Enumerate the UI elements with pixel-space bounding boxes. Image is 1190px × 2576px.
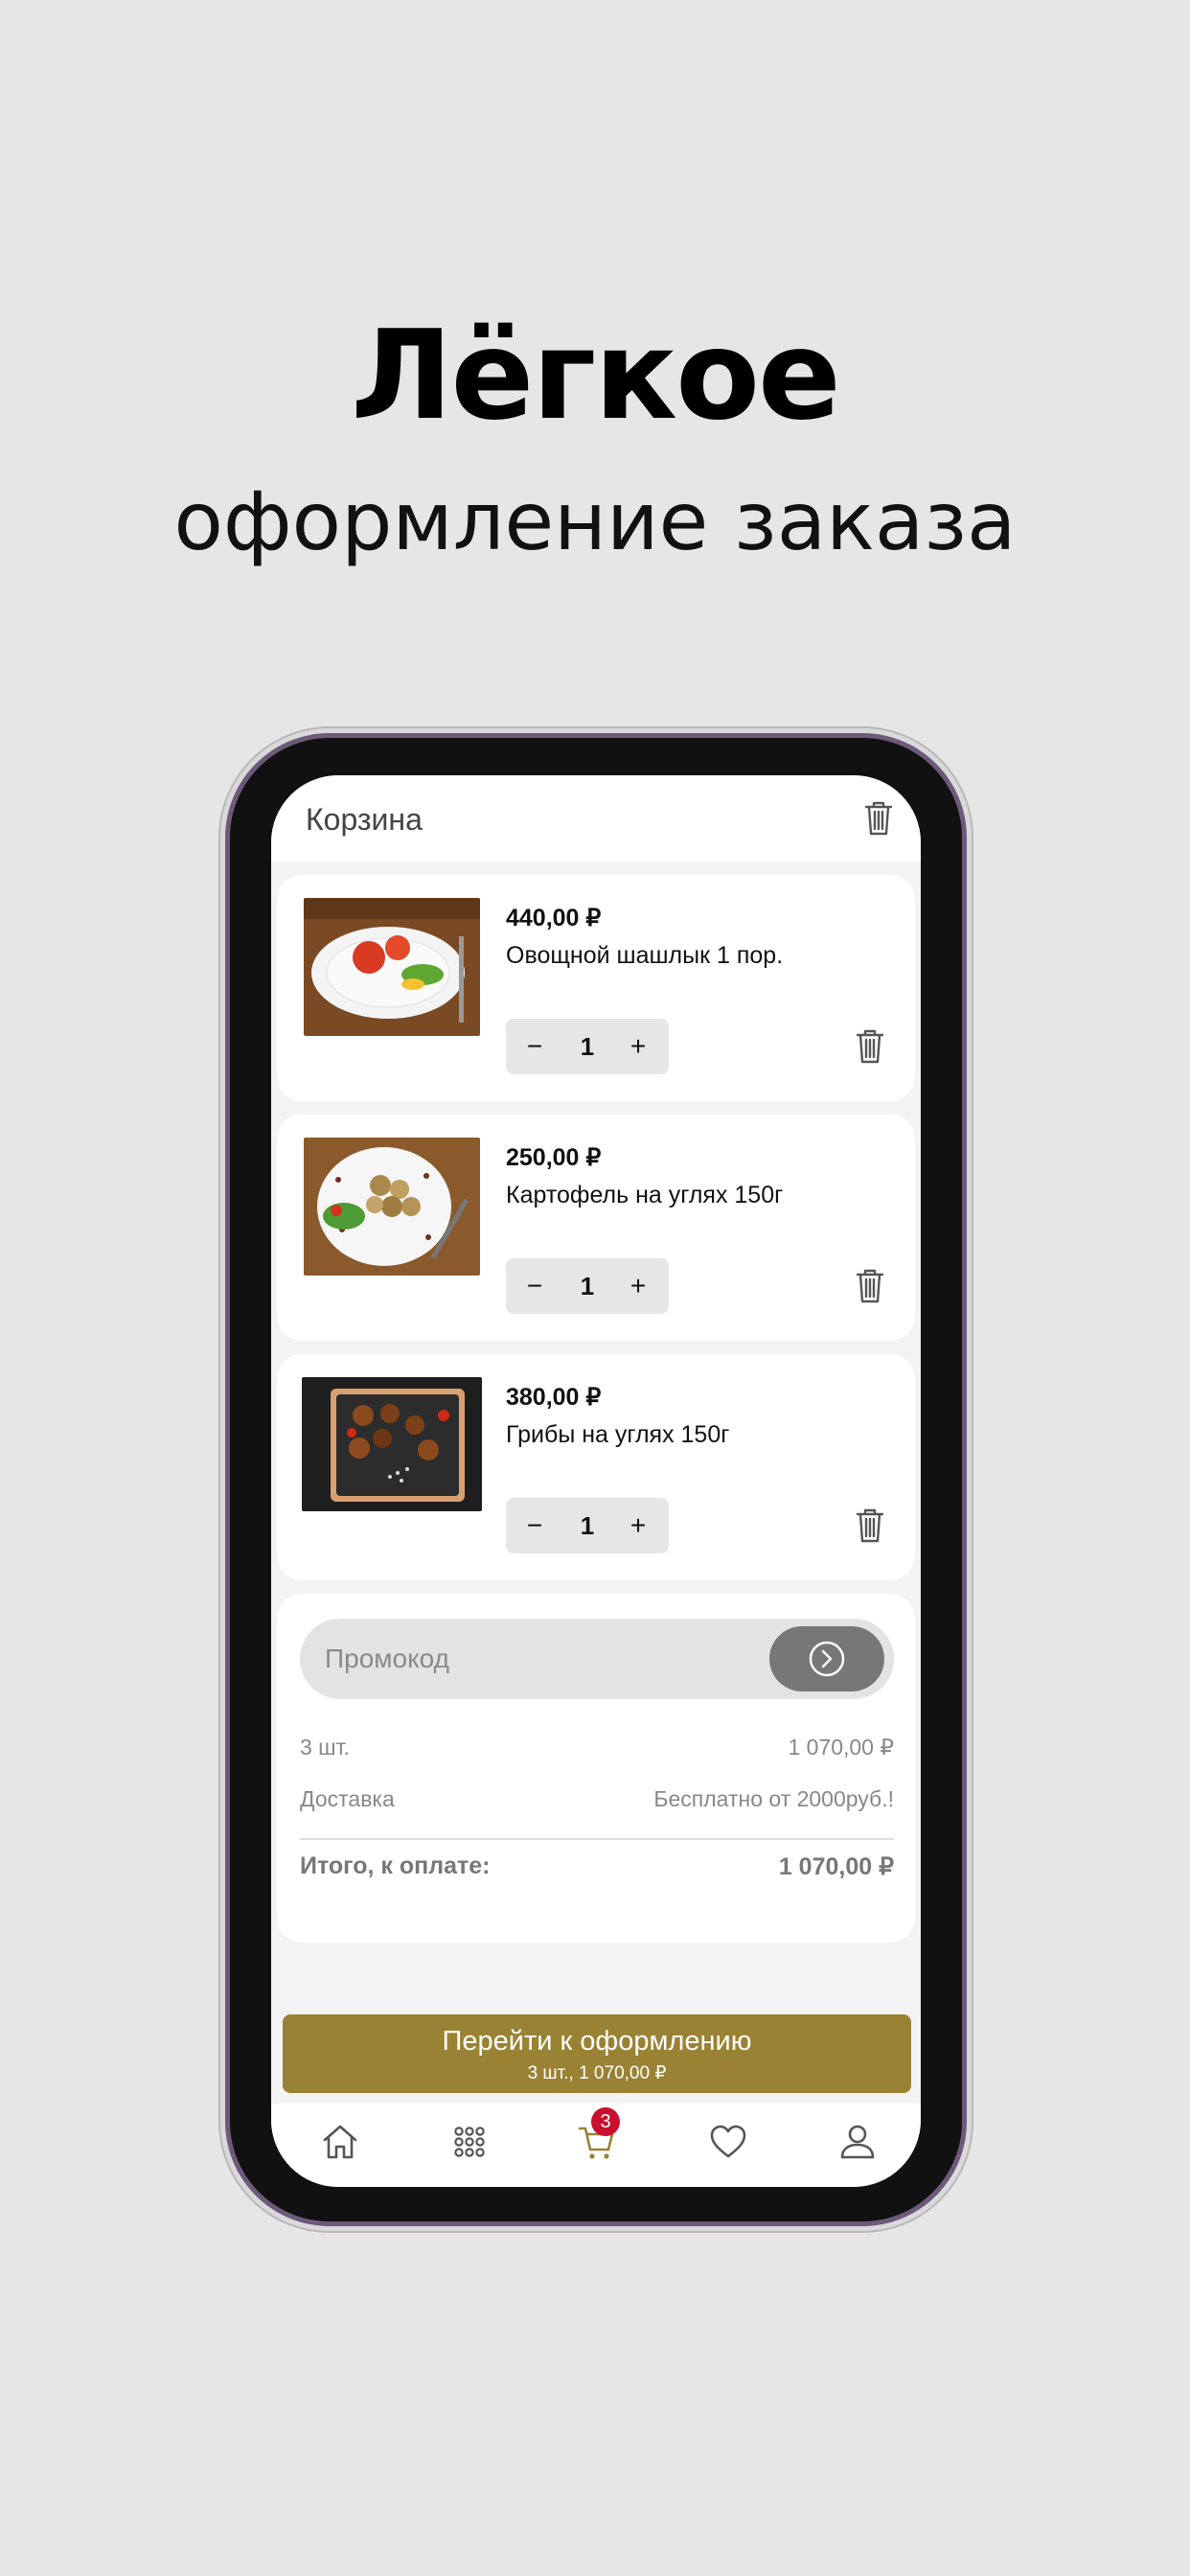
promo-code-field[interactable]: Промокод	[300, 1619, 894, 1699]
remove-item-trash-icon[interactable]	[855, 1268, 885, 1304]
increase-button[interactable]: +	[619, 1258, 657, 1314]
item-price: 380,00 ₽	[506, 1384, 602, 1411]
item-name: Картофель на углях 150г	[506, 1182, 784, 1208]
divider	[300, 1838, 894, 1840]
bottom-tab-bar: 3	[271, 2104, 921, 2187]
quantity-stepper: − 1 +	[506, 1258, 669, 1314]
remove-item-trash-icon[interactable]	[855, 1507, 885, 1544]
item-price: 250,00 ₽	[506, 1144, 602, 1171]
total-row: Итого, к оплате: 1 070,00 ₽	[300, 1852, 894, 1880]
promo-code-placeholder: Промокод	[325, 1644, 449, 1673]
cart-item: 250,00 ₽ Картофель на углях 150г − 1 +	[277, 1115, 915, 1341]
decrease-button[interactable]: −	[515, 1258, 554, 1314]
checkout-label: Перейти к оформлению	[442, 2026, 752, 2057]
remove-item-trash-icon[interactable]	[855, 1028, 885, 1065]
catalog-icon[interactable]	[448, 2121, 491, 2163]
quantity-value: 1	[580, 1272, 595, 1300]
items-count-row: 3 шт. 1 070,00 ₽	[300, 1735, 894, 1760]
cart-header: Корзина	[271, 775, 921, 862]
favorites-icon[interactable]	[707, 2121, 749, 2163]
cart-tab[interactable]: 3	[576, 2107, 620, 2163]
home-icon[interactable]	[319, 2121, 361, 2163]
promo-title: Лёгкое	[351, 305, 841, 448]
items-subtotal: 1 070,00 ₽	[788, 1735, 894, 1760]
checkout-sublabel: 3 шт., 1 070,00 ₽	[527, 2063, 667, 2083]
item-name: Грибы на углях 150г	[506, 1421, 730, 1448]
item-name: Овощной шашлык 1 пор.	[506, 942, 784, 969]
checkout-button[interactable]: Перейти к оформлению 3 шт., 1 070,00 ₽	[283, 2014, 911, 2093]
product-image-vegetable-kebab	[304, 898, 480, 1036]
promo-subtitle: оформление заказа	[173, 474, 1017, 568]
quantity-stepper: − 1 +	[506, 1019, 669, 1074]
item-price: 440,00 ₽	[506, 905, 602, 932]
delivery-value: Бесплатно от 2000руб.!	[653, 1786, 894, 1811]
decrease-button[interactable]: −	[515, 1019, 554, 1074]
quantity-value: 1	[580, 1032, 595, 1061]
cart-item: 440,00 ₽ Овощной шашлык 1 пор. − 1 +	[277, 875, 915, 1101]
product-image-grilled-potatoes	[304, 1138, 480, 1276]
chevron-right-circle-icon	[809, 1641, 845, 1677]
total-label: Итого, к оплате:	[300, 1852, 491, 1879]
apply-promo-button[interactable]	[769, 1626, 884, 1691]
quantity-value: 1	[580, 1511, 595, 1540]
page-title: Корзина	[306, 802, 423, 837]
cart-item: 380,00 ₽ Грибы на углях 150г − 1 +	[277, 1354, 915, 1580]
product-image-grilled-mushrooms	[302, 1377, 482, 1511]
delivery-row: Доставка Бесплатно от 2000руб.!	[300, 1786, 894, 1812]
decrease-button[interactable]: −	[515, 1498, 554, 1553]
delivery-label: Доставка	[300, 1786, 395, 1811]
items-count-label: 3 шт.	[300, 1735, 351, 1760]
profile-icon[interactable]	[836, 2121, 879, 2163]
quantity-stepper: − 1 +	[506, 1498, 669, 1553]
total-value: 1 070,00 ₽	[778, 1853, 894, 1880]
cart-badge: 3	[591, 2107, 620, 2136]
order-summary: Промокод 3 шт. 1 070,00 ₽ Доставка Беспл…	[277, 1594, 915, 1943]
increase-button[interactable]: +	[619, 1019, 657, 1074]
increase-button[interactable]: +	[619, 1498, 657, 1553]
app-screen: Корзина 440,00 ₽ Овощной шашлык 1 пор. −…	[271, 775, 921, 2187]
clear-cart-trash-icon[interactable]	[863, 800, 894, 837]
